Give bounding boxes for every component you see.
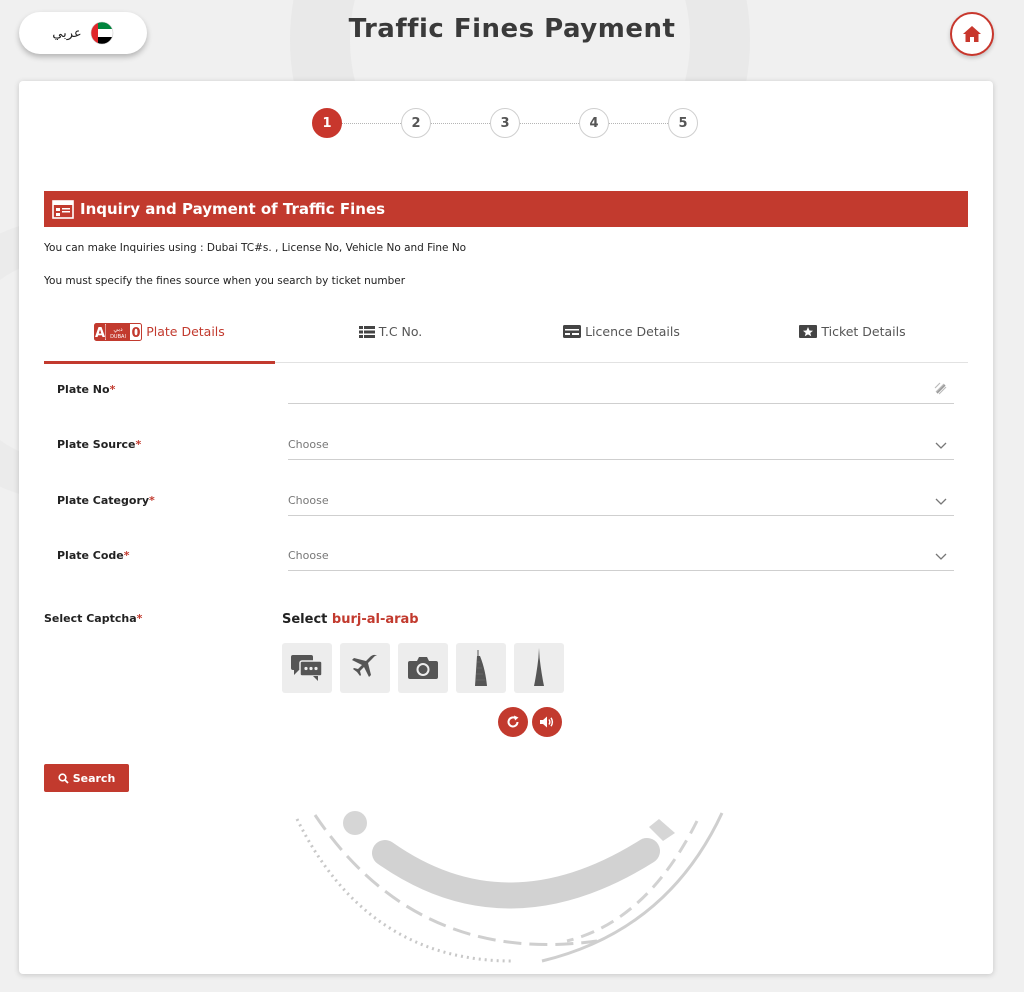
captcha-prompt-text: Select [282,612,328,627]
captcha-options [282,643,564,693]
required-mark: * [123,549,130,562]
plate-category-label-text: Plate Category [57,494,150,507]
info-text-inquiry: You can make Inquiries using : Dubai TC#… [44,242,467,254]
tab-plate-details-label: Plate Details [146,324,225,339]
dubai-plate-icon: A دبي DUBAI 0 [94,322,143,341]
id-card-icon [563,325,582,338]
decorative-graphic [295,811,724,963]
step-connector [520,122,579,124]
plate-badge-letter: A [95,326,105,341]
step-connector [342,122,401,124]
plate-badge-emirate-ar: دبي [114,326,124,333]
plate-source-label: Plate Source* [57,438,141,451]
calendar-icon [52,200,74,219]
captcha-label: Select Captcha* [44,612,142,625]
tab-licence-details[interactable]: Licence Details [506,307,737,362]
step-2: 2 [401,108,431,138]
list-icon [358,325,375,338]
ticket-icon [799,325,818,338]
plate-no-label: Plate No* [57,383,115,396]
step-connector [609,122,668,124]
captcha-option-burj-khalifa[interactable] [514,643,564,693]
burj-khalifa-icon [534,648,544,686]
tab-ticket-details[interactable]: Ticket Details [737,307,968,362]
step-5: 5 [668,108,698,138]
step-1: 1 [312,108,342,138]
required-mark: * [136,612,143,625]
step-4: 4 [579,108,609,138]
captcha-label-text: Select Captcha [44,612,137,625]
plate-source-label-text: Plate Source [57,438,136,451]
burj-al-arab-icon [475,650,487,686]
captcha-target: burj-al-arab [331,612,419,627]
tab-plate-details[interactable]: A دبي DUBAI 0 Plate Details [44,307,275,364]
page-title: Traffic Fines Payment [348,14,676,44]
captcha-option-chat[interactable] [282,643,332,693]
refresh-icon [507,715,519,728]
speaker-icon [540,716,554,728]
tab-tc-no-label: T.C No. [378,324,423,339]
plate-no-label-text: Plate No [57,383,110,396]
search-icon [58,772,69,784]
plate-code-label: Plate Code* [57,549,130,562]
stepper: 1 2 3 4 5 [312,107,698,139]
plate-badge-emirate-en: DUBAI [110,334,126,340]
captcha-prompt: Select burj-al-arab [282,612,419,627]
refresh-captcha-button[interactable] [498,707,528,737]
captcha-option-airplane[interactable] [340,643,390,693]
section-header: Inquiry and Payment of Traffic Fines [44,191,968,227]
plate-category-label: Plate Category* [57,494,155,507]
audio-captcha-button[interactable] [532,707,562,737]
plate-code-select[interactable]: Choose [288,541,954,571]
chevron-down-icon [935,442,947,449]
chevron-down-icon [935,498,947,505]
tab-tc-no[interactable]: T.C No. [275,307,506,362]
plate-code-label-text: Plate Code [57,549,124,562]
plate-source-value: Choose [288,438,329,451]
camera-icon [408,657,438,679]
captcha-tools [498,707,562,737]
required-mark: * [109,383,116,396]
info-text-source: You must specify the fines source when y… [44,275,406,287]
tab-ticket-details-label: Ticket Details [821,324,906,339]
tab-licence-details-label: Licence Details [585,324,680,339]
chevron-down-icon [935,553,947,560]
plate-code-value: Choose [288,549,329,562]
search-button-label: Search [72,771,116,785]
captcha-option-burj-al-arab[interactable] [456,643,506,693]
plate-category-select[interactable]: Choose [288,486,954,516]
plate-no-input[interactable] [288,374,954,404]
plate-badge-number: 0 [132,326,141,341]
search-button[interactable]: Search [44,764,129,792]
tab-bar: A دبي DUBAI 0 Plate Details T.C No. Lice… [44,307,968,364]
main-card: 1 2 3 4 5 Inquiry and Payment of Traffic… [19,81,993,974]
step-3: 3 [490,108,520,138]
chat-icon [291,655,323,681]
clear-icon[interactable] [934,382,948,396]
home-icon [963,26,981,42]
required-mark: * [135,438,142,451]
home-button[interactable] [950,12,994,56]
step-connector [431,122,490,124]
plate-source-select[interactable]: Choose [288,430,954,460]
section-title: Inquiry and Payment of Traffic Fines [80,200,386,218]
plate-category-value: Choose [288,494,329,507]
captcha-option-camera[interactable] [398,643,448,693]
required-mark: * [149,494,155,507]
airplane-icon [352,654,377,677]
